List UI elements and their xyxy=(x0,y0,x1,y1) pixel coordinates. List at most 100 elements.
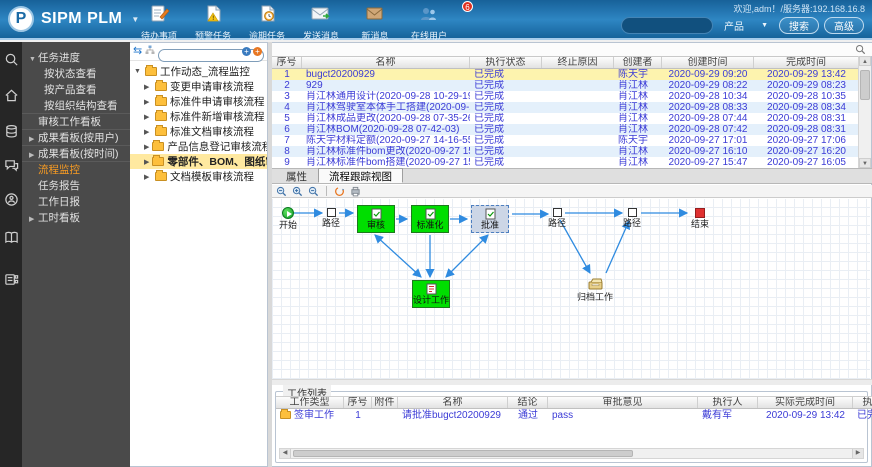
table-row[interactable]: 3 肖江林通用设计(2020-09-28 10-29-19) 已完成 肖江林 2… xyxy=(272,91,859,102)
col-name[interactable]: 名称 xyxy=(302,57,470,68)
col-seq[interactable]: 序号 xyxy=(272,57,302,68)
col-actual-finish[interactable]: 实际完成时间 xyxy=(758,397,853,408)
horizontal-splitter[interactable] xyxy=(272,379,872,385)
search-button[interactable]: 搜索 xyxy=(779,17,819,34)
work-list-horizontal-scrollbar[interactable]: ◀ ▶ xyxy=(279,448,864,459)
flow-node-path-1[interactable]: 路径 xyxy=(322,208,340,228)
flow-node-review[interactable]: 审核 xyxy=(357,205,395,233)
rail-search-button[interactable] xyxy=(0,48,22,70)
col-creator[interactable]: 创建者 xyxy=(614,57,662,68)
menu-item-task-progress[interactable]: ▼任务进度 xyxy=(22,50,130,66)
menu-item-results-by-time[interactable]: ▶成果看板(按时间) xyxy=(22,146,130,162)
menu-item-review-board[interactable]: 审核工作看板 xyxy=(22,114,130,130)
tree-node[interactable]: ▶标准件新增审核流程 xyxy=(130,109,267,124)
menu-item-task-report[interactable]: 任务报告 xyxy=(22,178,130,194)
col-status[interactable]: 执行状态 xyxy=(470,57,542,68)
rail-data-button[interactable] xyxy=(0,120,22,142)
send-message-button[interactable]: 发送消息 xyxy=(294,4,348,42)
col-name[interactable]: 名称 xyxy=(398,397,508,408)
tree-node[interactable]: ▶变更申请审核流程 xyxy=(130,79,267,94)
table-row[interactable]: 7 陈天宇材料定额(2020-09-27 14-16-55) 已完成 陈天宇 2… xyxy=(272,135,859,146)
tree-node[interactable]: ▶产品信息登记审核流程 xyxy=(130,139,267,154)
col-executor[interactable]: 执行人 xyxy=(698,397,758,408)
menu-item-view-by-status[interactable]: 按状态查看 xyxy=(22,66,130,82)
table-row[interactable]: 6 肖江林BOM(2020-09-28 07-42-03) 已完成 肖江林 20… xyxy=(272,124,859,135)
scroll-thumb[interactable] xyxy=(860,70,870,100)
rail-display-button[interactable] xyxy=(0,268,22,290)
flow-node-archive-work[interactable]: 归档工作 xyxy=(577,277,613,302)
alert-tasks-button[interactable]: ! 预警任务 xyxy=(186,4,240,42)
col-exec-status[interactable]: 执行状态 xyxy=(853,397,872,408)
col-attachment[interactable]: 附件 xyxy=(372,397,398,408)
col-created[interactable]: 创建时间 xyxy=(662,57,754,68)
table-row[interactable]: 2 929 已完成 肖江林 2020-09-29 08:22 2020-09-2… xyxy=(272,80,859,91)
print-icon[interactable] xyxy=(350,186,361,197)
cell-seq: 2 xyxy=(272,80,302,91)
zoom-in-icon[interactable] xyxy=(292,186,303,197)
flow-node-end[interactable]: 结束 xyxy=(691,208,709,229)
flow-node-path-3[interactable]: 路径 xyxy=(623,208,641,228)
scroll-down-arrow[interactable]: ▼ xyxy=(859,158,871,168)
col-reason[interactable]: 终止原因 xyxy=(542,57,614,68)
table-row[interactable]: 1 bugct20200929 已完成 陈天宇 2020-09-29 09:20… xyxy=(272,69,859,80)
tab-process-tracking[interactable]: 流程跟踪视图 xyxy=(318,168,403,183)
zoom-fit-icon[interactable] xyxy=(308,186,319,197)
search-icon[interactable] xyxy=(855,44,866,55)
tree-node[interactable]: ▶文档模板审核流程 xyxy=(130,169,267,184)
flow-node-path-2[interactable]: 路径 xyxy=(548,208,566,228)
table-row[interactable]: 9 肖江林标准件bom搭建(2020-09-27 15-39-45) 已完成 肖… xyxy=(272,157,859,168)
scroll-left-arrow[interactable]: ◀ xyxy=(280,449,291,458)
menu-item-results-by-user[interactable]: ▶成果看板(按用户) xyxy=(22,130,130,146)
menu-item-view-by-org[interactable]: 按组织结构查看 xyxy=(22,98,130,114)
col-finished[interactable]: 完成时间 xyxy=(754,57,859,68)
menu-item-workhour-board[interactable]: ▶工时看板 xyxy=(22,210,130,226)
process-flow-canvas[interactable]: 开始 路径 审核 标准化 批准 路径 xyxy=(272,199,870,379)
col-seq[interactable]: 序号 xyxy=(344,397,372,408)
rail-monitor-button[interactable] xyxy=(0,188,22,210)
work-list-row[interactable]: 签审工作 1 请批准bugct20200929 通过 pass 戴有军 2020… xyxy=(276,409,872,422)
tab-properties[interactable]: 属性 xyxy=(275,168,318,183)
table-row[interactable]: 8 肖江林标准件bom更改(2020-09-27 15-30-25) 已完成 肖… xyxy=(272,146,859,157)
refresh-icon[interactable] xyxy=(334,186,345,197)
menu-item-process-monitor[interactable]: 流程监控 xyxy=(22,162,130,178)
rail-library-button[interactable] xyxy=(0,226,22,248)
tree-search-next-button[interactable]: + xyxy=(253,47,262,56)
flow-node-standardize[interactable]: 标准化 xyxy=(411,205,449,233)
menu-item-view-by-product[interactable]: 按产品查看 xyxy=(22,82,130,98)
new-message-button[interactable]: 新消息 xyxy=(348,4,402,42)
scroll-thumb[interactable] xyxy=(293,450,633,457)
rail-home-button[interactable] xyxy=(0,84,22,106)
table-row[interactable]: 5 肖江林成品更改(2020-09-28 07-35-26) 已完成 肖江林 2… xyxy=(272,113,859,124)
menu-item-daily-report[interactable]: 工作日报 xyxy=(22,194,130,210)
advanced-search-button[interactable]: 高级 xyxy=(824,17,864,34)
flow-node-start[interactable]: 开始 xyxy=(279,207,297,230)
tree-search-prev-button[interactable]: + xyxy=(242,47,251,56)
col-opinion[interactable]: 审批意见 xyxy=(548,397,698,408)
zoom-out-icon[interactable] xyxy=(276,186,287,197)
tree-node[interactable]: ▶标准文档审核流程 xyxy=(130,124,267,139)
cell-reason xyxy=(542,135,614,146)
search-input[interactable] xyxy=(621,17,713,34)
app-logo[interactable]: P SIPM PLM ▼ xyxy=(8,6,139,32)
col-conclusion[interactable]: 结论 xyxy=(508,397,548,408)
org-tree-icon[interactable] xyxy=(145,45,155,58)
cell-status: 已完成 xyxy=(470,91,542,102)
refresh-icon[interactable]: ⇆ xyxy=(133,46,142,57)
table-vertical-scrollbar[interactable]: ▲ ▼ xyxy=(858,56,871,168)
flow-node-design-work[interactable]: 设计工作 xyxy=(412,280,450,308)
rail-messages-button[interactable] xyxy=(0,154,22,176)
tree-node[interactable]: ▶标准件申请审核流程 xyxy=(130,94,267,109)
col-work-type[interactable]: 工作类型 xyxy=(276,397,344,408)
flow-node-approve[interactable]: 批准 xyxy=(471,205,509,233)
tree-node-selected[interactable]: ▶零部件、BOM、图纸审核流程 xyxy=(130,154,267,169)
todo-items-button[interactable]: 待办事项 xyxy=(132,4,186,42)
overdue-tasks-button[interactable]: 逾期任务 xyxy=(240,4,294,42)
cell-reason xyxy=(542,124,614,135)
search-category-select[interactable]: 产品 ▼ xyxy=(718,17,774,34)
online-users-button[interactable]: 6 在线用户 xyxy=(402,4,456,42)
cell-name: 肖江林BOM(2020-09-28 07-42-03) xyxy=(302,124,470,135)
scroll-right-arrow[interactable]: ▶ xyxy=(852,449,863,458)
table-row[interactable]: 4 肖江林驾驶室本体手工搭建(2020-09-28 07-50-11) 已完成 … xyxy=(272,102,859,113)
tree-node-root[interactable]: ▼工作动态_流程监控 xyxy=(130,64,267,79)
scroll-up-arrow[interactable]: ▲ xyxy=(859,56,871,66)
